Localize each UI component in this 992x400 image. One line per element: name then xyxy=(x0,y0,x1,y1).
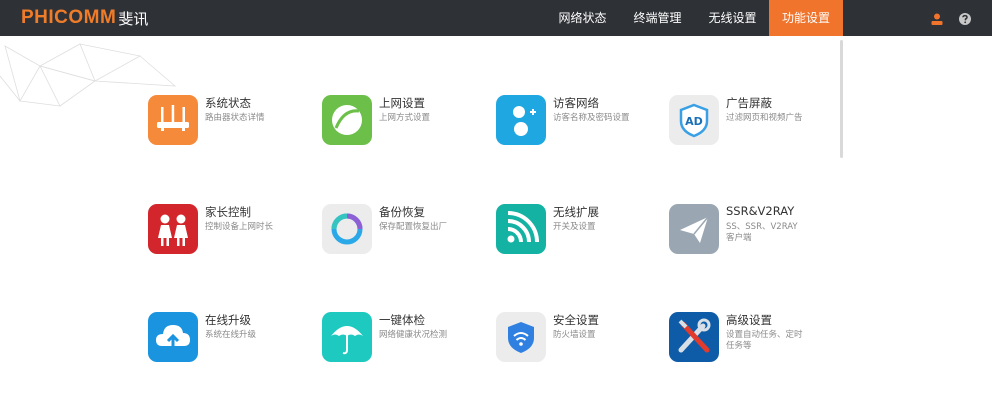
paper-plane-icon xyxy=(669,204,719,254)
backup-icon xyxy=(322,204,372,254)
feature-title: 安全设置 xyxy=(553,313,599,327)
feature-parental-control[interactable]: 家长控制 控制设备上网时长 xyxy=(148,204,308,258)
logo-text-en: PHICOMM xyxy=(21,7,117,28)
feature-security-settings[interactable]: 安全设置 防火墙设置 xyxy=(496,312,656,366)
shield-wifi-icon xyxy=(496,312,546,362)
feature-description: 系统在线升级 xyxy=(205,330,257,340)
logo-text-cn: 斐讯 xyxy=(118,9,149,28)
feature-one-click-check[interactable]: 一键体检 网络健康状况检测 xyxy=(322,312,482,366)
feature-online-upgrade[interactable]: 在线升级 系统在线升级 xyxy=(148,312,308,366)
user-icon[interactable] xyxy=(930,11,944,25)
feature-title: 上网设置 xyxy=(379,96,425,110)
feature-title: 无线扩展 xyxy=(553,205,599,219)
feature-title: 广告屏蔽 xyxy=(726,96,772,110)
feature-description: 防火墙设置 xyxy=(553,330,596,340)
feature-title: 家长控制 xyxy=(205,205,251,219)
family-icon xyxy=(148,204,198,254)
nav-device-management[interactable]: 终端管理 xyxy=(624,0,691,36)
top-navigation-bar: PHICOMM 斐讯 网络状态 终端管理 无线设置 功能设置 xyxy=(0,0,992,36)
nav-wireless-settings[interactable]: 无线设置 xyxy=(699,0,766,36)
feature-description: 保存配置恢复出厂 xyxy=(379,222,448,232)
feature-title: SSR&V2RAY xyxy=(726,204,795,218)
feature-description: 过滤网页和视频广告 xyxy=(726,113,803,123)
feature-description: 上网方式设置 xyxy=(379,113,431,123)
help-icon[interactable] xyxy=(958,11,972,25)
feature-description: 访客名称及密码设置 xyxy=(553,113,630,123)
scrollbar[interactable] xyxy=(840,40,843,158)
feature-title: 一键体检 xyxy=(379,313,425,327)
wifi-extend-icon xyxy=(496,204,546,254)
feature-description: SS、SSR、V2RAY客户端 xyxy=(726,222,798,243)
feature-title: 访客网络 xyxy=(553,96,599,110)
cloud-upload-icon xyxy=(148,312,198,362)
ad-block-icon: AD xyxy=(669,95,719,145)
feature-title: 备份恢复 xyxy=(379,205,425,219)
tools-icon xyxy=(669,312,719,362)
umbrella-icon xyxy=(322,312,372,362)
svg-text:AD: AD xyxy=(685,115,703,128)
feature-ssr-v2ray[interactable]: SSR&V2RAY SS、SSR、V2RAY客户端 xyxy=(669,204,829,258)
feature-backup-restore[interactable]: 备份恢复 保存配置恢复出厂 xyxy=(322,204,482,258)
router-icon xyxy=(148,95,198,145)
guest-icon xyxy=(496,95,546,145)
feature-advanced-settings[interactable]: 高级设置 设置自动任务、定时任务等 xyxy=(669,312,829,366)
feature-title: 在线升级 xyxy=(205,313,251,327)
feature-guest-network[interactable]: 访客网络 访客名称及密码设置 xyxy=(496,95,656,149)
feature-ad-block[interactable]: AD 广告屏蔽 过滤网页和视频广告 xyxy=(669,95,829,149)
feature-internet-settings[interactable]: 上网设置 上网方式设置 xyxy=(322,95,482,149)
feature-description: 设置自动任务、定时任务等 xyxy=(726,330,803,351)
feature-description: 网络健康状况检测 xyxy=(379,330,448,340)
feature-title: 系统状态 xyxy=(205,96,251,110)
globe-icon xyxy=(322,95,372,145)
nav-network-status[interactable]: 网络状态 xyxy=(549,0,616,36)
feature-system-status[interactable]: 系统状态 路由器状态详情 xyxy=(148,95,308,149)
feature-description: 开关及设置 xyxy=(553,222,596,232)
feature-title: 高级设置 xyxy=(726,313,772,327)
feature-wireless-extension[interactable]: 无线扩展 开关及设置 xyxy=(496,204,656,258)
nav-function-settings[interactable]: 功能设置 xyxy=(769,0,843,36)
feature-description: 路由器状态详情 xyxy=(205,113,265,123)
phicomm-logo[interactable]: PHICOMM 斐讯 xyxy=(21,6,148,30)
feature-description: 控制设备上网时长 xyxy=(205,222,274,232)
